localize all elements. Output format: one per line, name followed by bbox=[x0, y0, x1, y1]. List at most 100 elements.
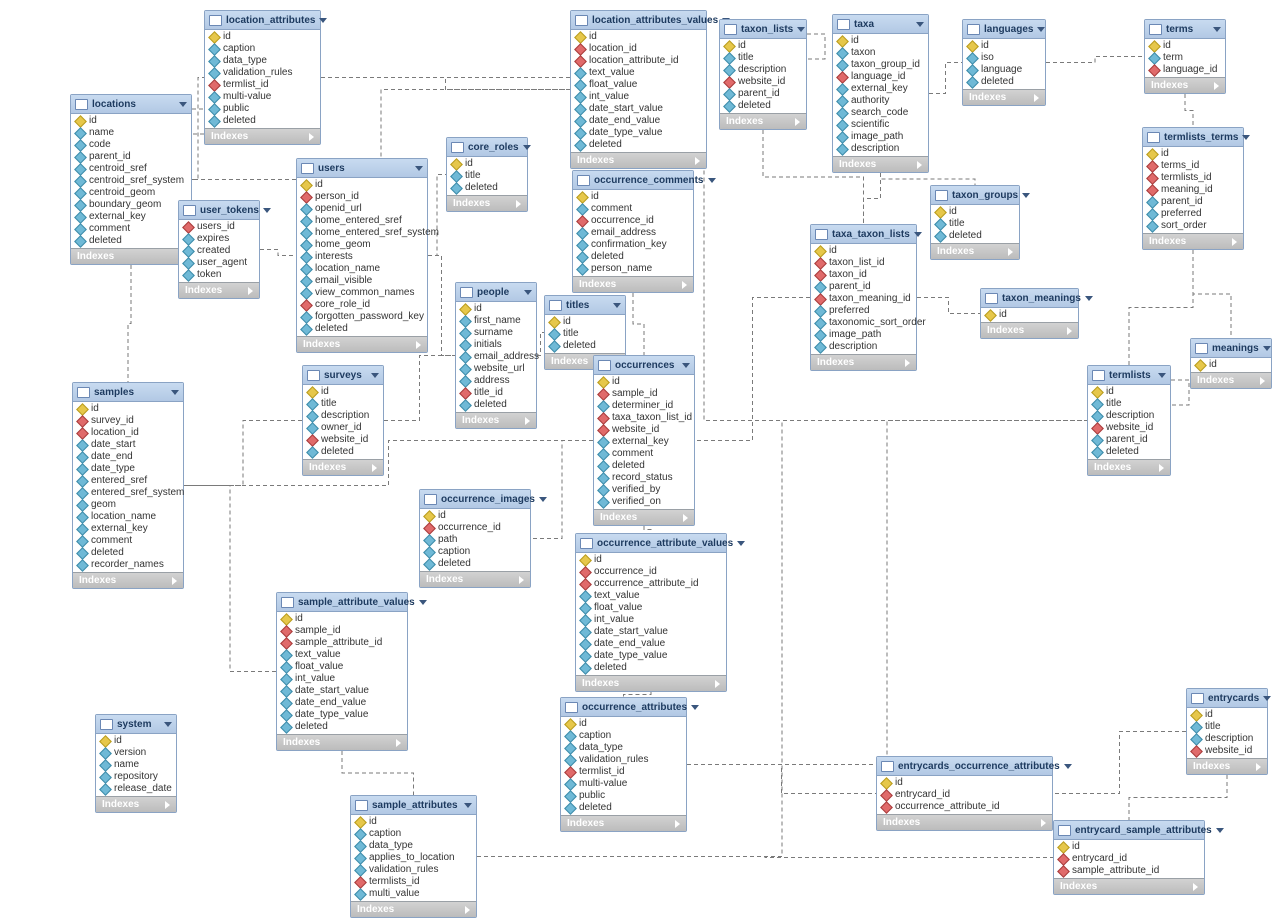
column-row[interactable]: date_end_value bbox=[571, 115, 706, 127]
column-row[interactable]: parent_id bbox=[1143, 196, 1243, 208]
chevron-down-icon[interactable] bbox=[179, 102, 187, 107]
column-row[interactable]: id bbox=[1054, 841, 1204, 853]
column-row[interactable]: occurrence_attribute_id bbox=[576, 578, 726, 590]
column-row[interactable]: repository bbox=[96, 771, 176, 783]
indexes-section[interactable]: Indexes bbox=[1187, 758, 1267, 774]
column-row[interactable]: term bbox=[1145, 52, 1225, 64]
column-row[interactable]: website_id bbox=[1187, 745, 1267, 757]
indexes-section[interactable]: Indexes bbox=[420, 571, 530, 587]
column-row[interactable]: external_key bbox=[594, 436, 694, 448]
chevron-down-icon[interactable] bbox=[1022, 193, 1030, 198]
column-row[interactable]: sample_attribute_id bbox=[1054, 865, 1204, 877]
column-row[interactable]: float_value bbox=[277, 661, 407, 673]
column-row[interactable]: deleted bbox=[73, 547, 183, 559]
table-samples[interactable]: samplesidsurvey_idlocation_iddate_startd… bbox=[72, 382, 184, 589]
column-row[interactable]: public bbox=[205, 103, 320, 115]
table-header[interactable]: surveys bbox=[303, 366, 383, 385]
column-row[interactable]: entrycard_id bbox=[877, 789, 1052, 801]
column-row[interactable]: sample_id bbox=[277, 625, 407, 637]
column-row[interactable]: deleted bbox=[573, 251, 693, 263]
column-row[interactable]: id bbox=[420, 510, 530, 522]
indexes-section[interactable]: Indexes bbox=[833, 156, 928, 172]
chevron-down-icon[interactable] bbox=[171, 390, 179, 395]
column-row[interactable]: date_start_value bbox=[576, 626, 726, 638]
chevron-down-icon[interactable] bbox=[419, 600, 427, 605]
table-header[interactable]: meanings bbox=[1191, 339, 1271, 358]
table-taxon_lists[interactable]: taxon_listsidtitledescriptionwebsite_idp… bbox=[719, 19, 807, 130]
table-sample_attributes[interactable]: sample_attributesidcaptiondata_typeappli… bbox=[350, 795, 477, 918]
column-row[interactable]: title bbox=[545, 328, 625, 340]
column-row[interactable]: termlist_id bbox=[205, 79, 320, 91]
column-row[interactable]: date_start bbox=[73, 439, 183, 451]
indexes-section[interactable]: Indexes bbox=[456, 412, 536, 428]
column-row[interactable]: boundary_geom bbox=[71, 199, 191, 211]
column-row[interactable]: external_key bbox=[73, 523, 183, 535]
column-row[interactable]: deleted bbox=[456, 399, 536, 411]
column-row[interactable]: date_start_value bbox=[571, 103, 706, 115]
chevron-down-icon[interactable] bbox=[613, 303, 621, 308]
column-row[interactable]: id bbox=[811, 245, 916, 257]
table-people[interactable]: peopleidfirst_namesurnameinitialsemail_a… bbox=[455, 282, 537, 429]
indexes-section[interactable]: Indexes bbox=[351, 901, 476, 917]
column-row[interactable]: parent_id bbox=[720, 88, 806, 100]
column-row[interactable]: comment bbox=[573, 203, 693, 215]
column-row[interactable]: id bbox=[277, 613, 407, 625]
table-header[interactable]: titles bbox=[545, 296, 625, 315]
column-row[interactable]: deleted bbox=[205, 115, 320, 127]
column-row[interactable]: verified_on bbox=[594, 496, 694, 508]
chevron-down-icon[interactable] bbox=[164, 722, 172, 727]
column-row[interactable]: confirmation_key bbox=[573, 239, 693, 251]
column-row[interactable]: language_id bbox=[1145, 64, 1225, 76]
column-row[interactable]: id bbox=[1191, 359, 1271, 371]
column-row[interactable]: description bbox=[303, 410, 383, 422]
table-meanings[interactable]: meaningsidIndexes bbox=[1190, 338, 1272, 389]
chevron-down-icon[interactable] bbox=[737, 541, 745, 546]
column-row[interactable]: description bbox=[720, 64, 806, 76]
column-row[interactable]: id bbox=[351, 816, 476, 828]
column-row[interactable]: id bbox=[205, 31, 320, 43]
column-row[interactable]: validation_rules bbox=[205, 67, 320, 79]
table-users[interactable]: usersidperson_idopenid_urlhome_entered_s… bbox=[296, 158, 428, 353]
column-row[interactable]: code bbox=[71, 139, 191, 151]
chevron-down-icon[interactable] bbox=[691, 705, 699, 710]
column-row[interactable]: home_entered_sref_system bbox=[297, 227, 427, 239]
column-row[interactable]: occurrence_id bbox=[573, 215, 693, 227]
column-row[interactable]: data_type bbox=[561, 742, 686, 754]
column-row[interactable]: recorder_names bbox=[73, 559, 183, 571]
column-row[interactable]: comment bbox=[594, 448, 694, 460]
table-surveys[interactable]: surveysidtitledescriptionowner_idwebsite… bbox=[302, 365, 384, 476]
column-row[interactable]: comment bbox=[73, 535, 183, 547]
table-header[interactable]: entrycard_sample_attributes bbox=[1054, 821, 1204, 840]
column-row[interactable]: location_id bbox=[73, 427, 183, 439]
column-row[interactable]: title_id bbox=[456, 387, 536, 399]
column-row[interactable]: title bbox=[303, 398, 383, 410]
column-row[interactable]: caption bbox=[420, 546, 530, 558]
column-row[interactable]: id bbox=[456, 303, 536, 315]
table-header[interactable]: termlists_terms bbox=[1143, 128, 1243, 147]
chevron-down-icon[interactable] bbox=[1085, 296, 1093, 301]
table-header[interactable]: locations bbox=[71, 95, 191, 114]
column-row[interactable]: created bbox=[179, 245, 259, 257]
column-row[interactable]: deleted bbox=[71, 235, 191, 247]
column-row[interactable]: id bbox=[73, 403, 183, 415]
table-occurrence_images[interactable]: occurrence_imagesidoccurrence_idpathcapt… bbox=[419, 489, 531, 588]
column-row[interactable]: preferred bbox=[811, 305, 916, 317]
column-row[interactable]: name bbox=[96, 759, 176, 771]
chevron-down-icon[interactable] bbox=[319, 18, 327, 23]
column-row[interactable]: id bbox=[576, 554, 726, 566]
column-row[interactable]: owner_id bbox=[303, 422, 383, 434]
column-row[interactable]: deleted bbox=[561, 802, 686, 814]
chevron-down-icon[interactable] bbox=[682, 363, 690, 368]
column-row[interactable]: id bbox=[561, 718, 686, 730]
indexes-section[interactable]: Indexes bbox=[1143, 233, 1243, 249]
indexes-section[interactable]: Indexes bbox=[303, 459, 383, 475]
table-user_tokens[interactable]: user_tokensusers_idexpirescreateduser_ag… bbox=[178, 200, 260, 299]
chevron-down-icon[interactable] bbox=[1037, 27, 1045, 32]
column-row[interactable]: description bbox=[811, 341, 916, 353]
table-header[interactable]: people bbox=[456, 283, 536, 302]
column-row[interactable]: external_key bbox=[71, 211, 191, 223]
column-row[interactable]: date_end_value bbox=[277, 697, 407, 709]
column-row[interactable]: email_address bbox=[456, 351, 536, 363]
column-row[interactable]: centroid_sref bbox=[71, 163, 191, 175]
column-row[interactable]: centroid_sref_system bbox=[71, 175, 191, 187]
